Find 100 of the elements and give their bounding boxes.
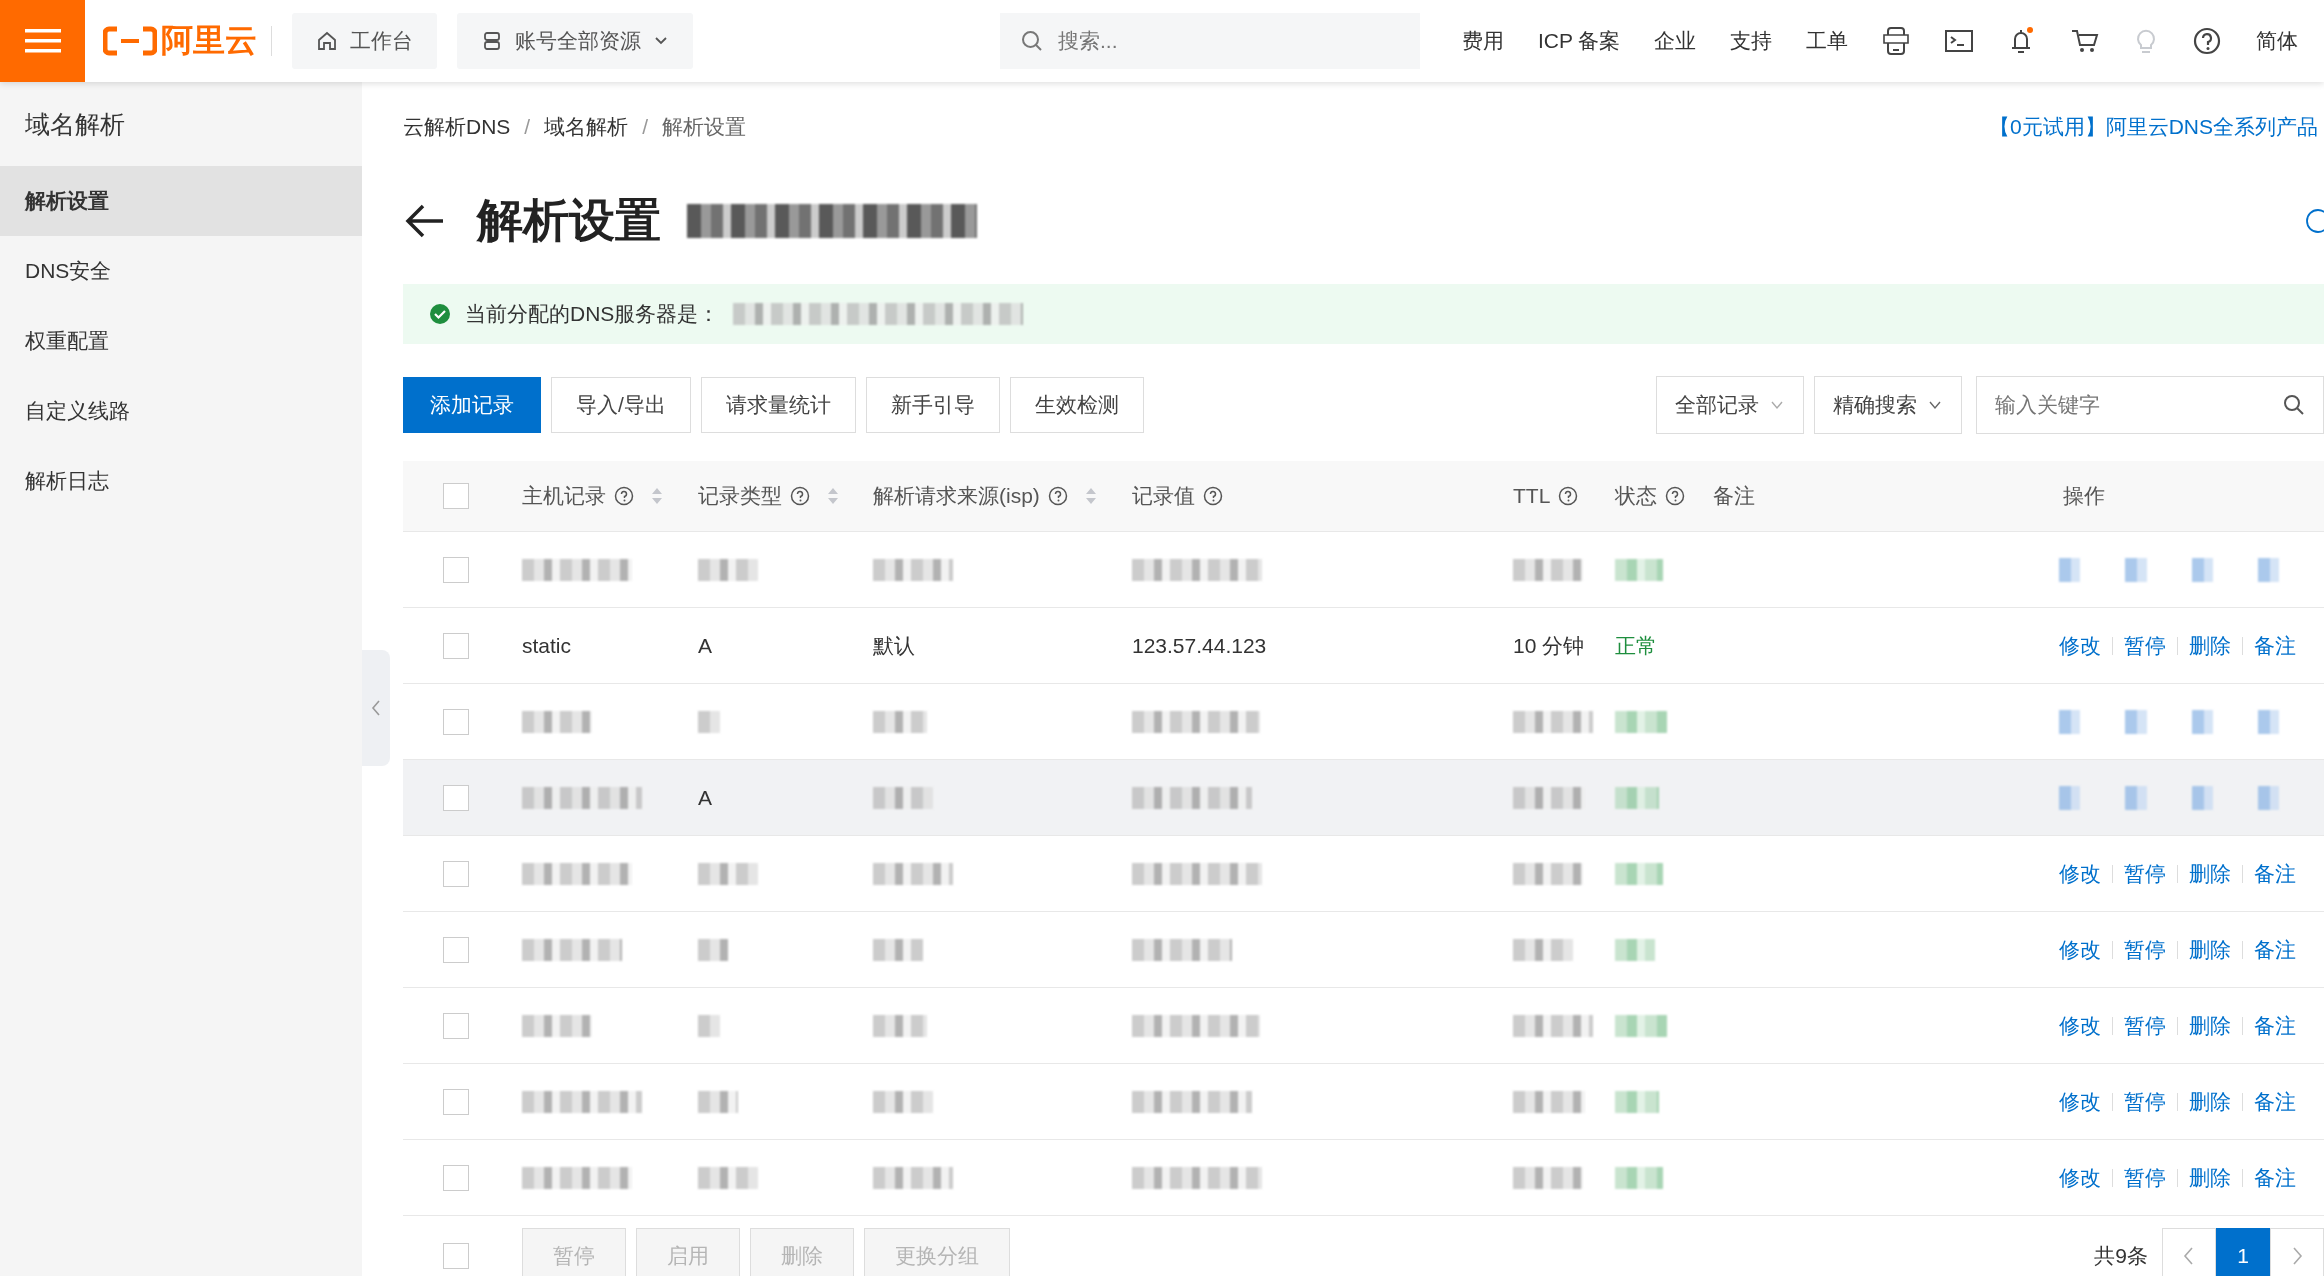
action-link[interactable]: 修改 <box>2059 935 2101 964</box>
sidebar-item[interactable]: 自定义线路 <box>0 376 362 446</box>
toolbar-button[interactable]: 导入/导出 <box>551 377 691 433</box>
row-checkbox[interactable] <box>442 632 469 659</box>
table-row[interactable]: A <box>403 760 2324 836</box>
match-mode-dropdown[interactable]: 精确搜索 <box>1814 376 1962 434</box>
action-link[interactable]: 暂停 <box>2124 631 2166 660</box>
row-checkbox[interactable] <box>442 708 469 735</box>
terminal-icon[interactable] <box>1944 28 1975 54</box>
help-icon[interactable] <box>1665 486 1685 506</box>
nav-link[interactable]: 费用 <box>1462 27 1504 55</box>
action-link[interactable]: 删除 <box>2189 631 2231 660</box>
nav-link[interactable]: 企业 <box>1654 27 1697 55</box>
action-link[interactable]: 暂停 <box>2124 935 2166 964</box>
collapse-handle[interactable] <box>362 650 390 766</box>
action-link[interactable]: 备注 <box>2254 631 2296 660</box>
select-all-checkbox[interactable] <box>442 1243 469 1269</box>
pixelated-text <box>1513 558 1583 581</box>
table-cell: 123.57.44.123 <box>1132 633 1267 658</box>
language-link[interactable]: 简体 <box>2256 27 2299 55</box>
sidebar-item[interactable]: 解析设置 <box>0 166 362 236</box>
toolbar-button[interactable]: 添加记录 <box>403 377 541 433</box>
logo-text[interactable]: 阿里云 <box>161 19 257 63</box>
row-checkbox[interactable] <box>442 1088 469 1115</box>
sidebar-item[interactable]: 解析日志 <box>0 446 362 516</box>
pixelated-text <box>698 558 758 581</box>
help-icon[interactable] <box>1047 486 1068 506</box>
next-page-button[interactable] <box>2270 1228 2324 1276</box>
pixelated-text <box>1615 1014 1667 1037</box>
action-link[interactable]: 修改 <box>2059 859 2101 888</box>
row-checkbox[interactable] <box>442 936 469 963</box>
breadcrumb-link[interactable]: 域名解析 <box>544 113 629 141</box>
action-link[interactable]: 修改 <box>2059 1163 2101 1192</box>
action-link[interactable]: 删除 <box>2189 1163 2231 1192</box>
pixelated-text <box>698 1090 738 1113</box>
page-button[interactable]: 1 <box>2216 1228 2270 1276</box>
pixelated-text <box>1615 786 1659 809</box>
toolbar-button[interactable]: 请求量统计 <box>700 377 856 433</box>
pixelated-text <box>522 710 592 733</box>
action-link[interactable]: 删除 <box>2189 859 2231 888</box>
pixelated-text <box>1615 710 1667 733</box>
help-icon[interactable] <box>614 486 634 506</box>
pixelated-text <box>1615 558 1663 581</box>
row-checkbox[interactable] <box>442 1012 469 1039</box>
row-checkbox[interactable] <box>442 860 469 887</box>
resources-dropdown[interactable]: 账号全部资源 <box>457 13 693 69</box>
action-link[interactable]: 删除 <box>2189 1011 2231 1040</box>
pixelated-text <box>873 786 933 809</box>
previous-page-button[interactable] <box>2162 1228 2216 1276</box>
breadcrumb-current: 解析设置 <box>662 114 747 140</box>
record-filter-dropdown[interactable]: 全部记录 <box>1656 376 1804 434</box>
action-link[interactable]: 暂停 <box>2124 1011 2166 1040</box>
table-cell: static <box>522 633 571 658</box>
search-field[interactable]: 搜索... <box>1000 13 1420 69</box>
nav-link[interactable]: 支持 <box>1730 27 1773 55</box>
keyword-search-field[interactable]: 输入关键字 <box>1976 376 2324 434</box>
breadcrumb-link[interactable]: 云解析DNS <box>403 113 511 141</box>
help-icon[interactable] <box>790 486 810 506</box>
action-link[interactable]: 暂停 <box>2124 859 2166 888</box>
action-link[interactable]: 修改 <box>2059 1087 2101 1116</box>
help-icon[interactable] <box>1203 486 1223 506</box>
help-icon[interactable] <box>1558 486 1579 506</box>
row-checkbox[interactable] <box>442 784 469 811</box>
promo-link[interactable]: 【0元试用】阿里云DNS全系列产品 <box>1988 113 2318 141</box>
cart-icon[interactable] <box>2070 27 2101 55</box>
action-link[interactable]: 备注 <box>2254 859 2296 888</box>
pixelated-text <box>2257 557 2279 582</box>
action-link[interactable]: 备注 <box>2254 1011 2296 1040</box>
sidebar-item[interactable]: 权重配置 <box>0 306 362 376</box>
select-all-checkbox[interactable] <box>442 483 469 509</box>
column-header: 记录类型 <box>698 483 782 509</box>
row-checkbox[interactable] <box>442 1164 469 1191</box>
help-icon[interactable] <box>2304 207 2324 235</box>
pixelated-text <box>1513 786 1585 809</box>
workbench-button[interactable]: 工作台 <box>292 13 437 69</box>
sidebar-item[interactable]: DNS安全 <box>0 236 362 306</box>
table-cell: A <box>698 633 712 658</box>
total-count: 共9条 <box>2094 1243 2148 1269</box>
action-link[interactable]: 修改 <box>2059 1011 2101 1040</box>
action-link[interactable]: 备注 <box>2254 935 2296 964</box>
row-checkbox[interactable] <box>442 556 469 583</box>
breadcrumb-separator: / <box>642 115 649 139</box>
action-link[interactable]: 备注 <box>2254 1087 2296 1116</box>
pixelated-text <box>2257 709 2279 734</box>
help-icon[interactable] <box>2192 26 2223 56</box>
action-link[interactable]: 修改 <box>2059 631 2101 660</box>
pixelated-text <box>873 710 927 733</box>
pixelated-text <box>1615 1090 1659 1113</box>
action-link[interactable]: 备注 <box>2254 1163 2296 1192</box>
action-link[interactable]: 暂停 <box>2124 1163 2166 1192</box>
nav-link[interactable]: ICP 备案 <box>1538 27 1621 55</box>
toolbar-button[interactable]: 生效检测 <box>1009 377 1144 433</box>
action-link[interactable]: 删除 <box>2189 1087 2231 1116</box>
chevron-left-icon <box>2182 1245 2196 1267</box>
action-link[interactable]: 暂停 <box>2124 1087 2166 1116</box>
home-icon <box>316 30 338 52</box>
menu-button[interactable] <box>0 0 85 82</box>
nav-link[interactable]: 工单 <box>1806 27 1849 55</box>
toolbar-button[interactable]: 新手引导 <box>865 377 1000 433</box>
action-link[interactable]: 删除 <box>2189 935 2231 964</box>
